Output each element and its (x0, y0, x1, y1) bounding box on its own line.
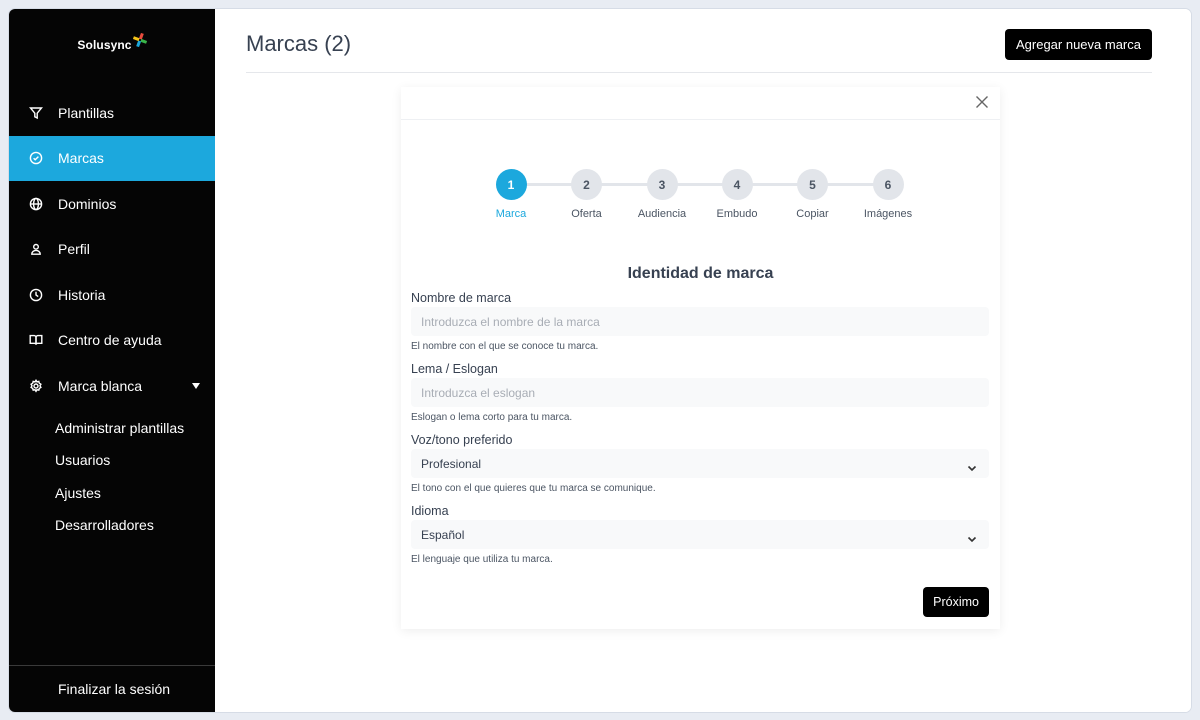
sidebar: Solusync Plantillas Marcas Dominios Perf… (9, 9, 215, 712)
wizard-stepper: 1 Marca 2 Oferta 3 Audiencia 4 Embudo 5 (495, 169, 912, 229)
sidebar-item-label: Historia (58, 286, 106, 303)
sidebar-item-historia[interactable]: Historia (9, 272, 215, 318)
dialog-header (401, 87, 1000, 120)
language-select-value: Español (411, 520, 989, 549)
filter-icon (29, 106, 43, 120)
logo-mark-icon (132, 33, 147, 47)
sidebar-item-label: Dominios (58, 195, 117, 212)
sidebar-subitem-administrar-plantillas[interactable]: Administrar plantillas (9, 412, 215, 445)
sidebar-subitem-usuarios[interactable]: Usuarios (9, 444, 215, 477)
step-number: 5 (797, 169, 828, 200)
chevron-down-icon (967, 530, 977, 543)
step-label: Marca (495, 208, 527, 220)
section-title: Identidad de marca (627, 265, 774, 282)
field-help: El tono con el que quieres que tu marca … (411, 483, 656, 494)
slogan-field: Lema / Eslogan Introduzca el eslogan Esl… (411, 362, 989, 423)
tone-select-value: Profesional (411, 449, 989, 478)
sidebar-item-label: Marcas (58, 150, 104, 167)
brand-name-input[interactable]: Introduzca el nombre de la marca (411, 307, 989, 336)
sidebar-subitem-ajustes[interactable]: Ajustes (9, 477, 215, 510)
step-imagenes[interactable]: 6 Imágenes (858, 169, 918, 220)
field-label: Idioma (411, 504, 449, 518)
sidebar-nav: Plantillas Marcas Dominios Perfil Histor… (9, 90, 215, 542)
sidebar-item-label: Centro de ayuda (58, 332, 162, 349)
sidebar-item-plantillas[interactable]: Plantillas (9, 90, 215, 136)
step-number: 2 (571, 169, 602, 200)
clock-icon (29, 288, 43, 302)
language-select[interactable]: Español (411, 520, 989, 549)
sidebar-item-label: Marca blanca (58, 377, 143, 394)
sidebar-item-marca-blanca[interactable]: Marca blanca (9, 363, 215, 409)
chevron-down-icon (967, 459, 977, 472)
logout-button[interactable]: Finalizar la sesión (9, 665, 215, 712)
sidebar-subnav: Administrar plantillas Usuarios Ajustes … (9, 409, 215, 542)
step-oferta[interactable]: 2 Oferta (557, 169, 617, 220)
sidebar-item-marcas[interactable]: Marcas (9, 135, 215, 181)
field-label: Lema / Eslogan (411, 362, 498, 376)
sidebar-item-label: Perfil (58, 241, 90, 258)
brand-logo[interactable]: Solusync (9, 9, 215, 87)
sidebar-item-dominios[interactable]: Dominios (9, 181, 215, 227)
tone-field: Voz/tono preferido Profesional El tono c… (411, 433, 989, 494)
step-label: Embudo (716, 208, 758, 220)
step-embudo[interactable]: 4 Embudo (707, 169, 767, 220)
step-label: Oferta (571, 208, 602, 220)
step-number: 3 (646, 169, 678, 200)
globe-icon (29, 197, 43, 211)
sidebar-item-perfil[interactable]: Perfil (9, 227, 215, 273)
sidebar-item-label: Plantillas (58, 104, 115, 121)
main-content: Marcas (2) Agregar nueva marca 1 Marca 2… (215, 9, 1191, 712)
step-label: Audiencia (637, 208, 687, 220)
step-number: 1 (495, 169, 527, 200)
field-help: Eslogan o lema corto para tu marca. (411, 412, 573, 423)
sidebar-subitem-desarrolladores[interactable]: Desarrolladores (9, 509, 215, 542)
brand-name: Solusync (77, 38, 132, 52)
field-help: El nombre con el que se conoce tu marca. (411, 341, 599, 352)
slogan-input[interactable]: Introduzca el eslogan (411, 378, 989, 407)
next-button[interactable]: Próximo (923, 587, 989, 617)
check-circle-icon (29, 151, 43, 165)
step-label: Copiar (796, 208, 829, 220)
brand-identity-form: Nombre de marca Introduzca el nombre de … (411, 291, 989, 575)
caret-down-icon[interactable] (192, 382, 200, 389)
field-label: Voz/tono preferido (411, 433, 513, 447)
brand-wizard-dialog: 1 Marca 2 Oferta 3 Audiencia 4 Embudo 5 (401, 87, 1000, 629)
step-marca[interactable]: 1 Marca (481, 169, 541, 220)
brand-name-field: Nombre de marca Introduzca el nombre de … (411, 291, 989, 352)
language-field: Idioma Español El lenguaje que utiliza t… (411, 504, 989, 565)
add-brand-button[interactable]: Agregar nueva marca (1004, 29, 1152, 60)
field-label: Nombre de marca (411, 291, 512, 305)
close-icon[interactable] (974, 94, 990, 110)
step-copiar[interactable]: 5 Copiar (783, 169, 843, 220)
step-number: 4 (721, 169, 753, 200)
user-icon (29, 242, 43, 256)
step-audiencia[interactable]: 3 Audiencia (632, 169, 692, 220)
book-icon (29, 333, 43, 347)
app-window: Solusync Plantillas Marcas Dominios Perf… (9, 9, 1191, 712)
page-header: Marcas (2) Agregar nueva marca (246, 9, 1152, 73)
sidebar-item-centro-de-ayuda[interactable]: Centro de ayuda (9, 318, 215, 364)
page-title: Marcas (2) (246, 31, 352, 56)
gear-icon (29, 378, 43, 393)
tone-select[interactable]: Profesional (411, 449, 989, 478)
step-number: 6 (872, 169, 904, 200)
step-label: Imágenes (863, 208, 913, 220)
field-help: El lenguaje que utiliza tu marca. (411, 554, 553, 565)
